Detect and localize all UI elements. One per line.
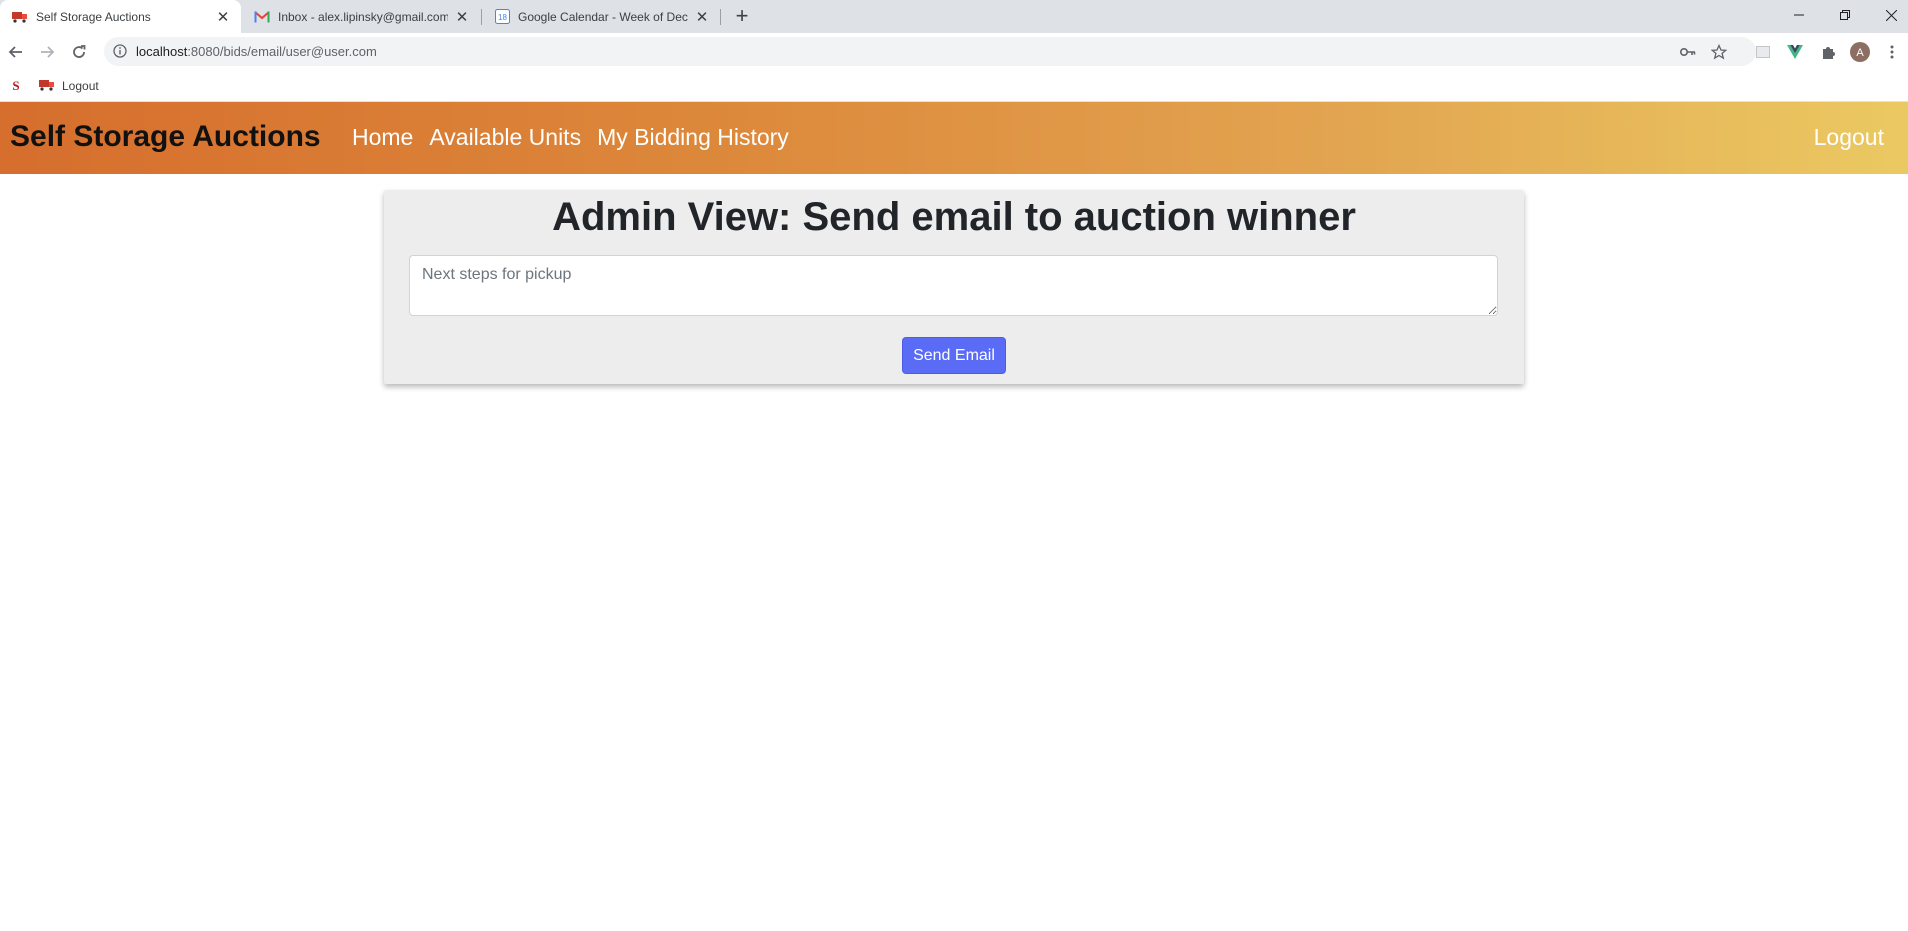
close-tab-icon[interactable]: ✕: [454, 9, 470, 26]
url-path: :8080/bids/email/user@user.com: [187, 44, 377, 59]
minimize-window-button[interactable]: [1776, 0, 1822, 30]
bookmark-storage[interactable]: S: [9, 77, 23, 95]
reload-button[interactable]: [67, 40, 91, 64]
tab-separator: [720, 9, 721, 25]
browser-menu-icon[interactable]: [1882, 42, 1902, 62]
nav-available-units[interactable]: Available Units: [429, 124, 581, 151]
svg-text:A: A: [1856, 47, 1864, 59]
new-tab-button[interactable]: +: [730, 5, 754, 28]
bookmarks-bar: S Logout: [0, 70, 1908, 102]
app-navbar: Self Storage Auctions Home Available Uni…: [0, 102, 1908, 174]
back-button[interactable]: [4, 40, 28, 64]
close-window-button[interactable]: [1868, 0, 1908, 30]
url-host: localhost: [136, 44, 188, 59]
site-info-icon[interactable]: [113, 44, 128, 59]
tab-self-storage-auctions[interactable]: Self Storage Auctions ✕: [0, 0, 241, 33]
forward-button[interactable]: [35, 40, 59, 64]
profile-avatar[interactable]: A: [1850, 42, 1870, 62]
tab-google-calendar[interactable]: 18 Google Calendar - Week of Dece ✕: [482, 0, 720, 33]
extensions-puzzle-icon[interactable]: [1818, 42, 1838, 62]
svg-text:18: 18: [498, 13, 507, 22]
page-title: Admin View: Send email to auction winner: [552, 195, 1356, 239]
key-icon[interactable]: [1680, 44, 1696, 60]
send-email-button[interactable]: Send Email: [902, 337, 1006, 374]
main-nav: Home Available Units My Bidding History: [352, 124, 789, 151]
url-text: localhost:8080/bids/email/user@user.com: [136, 44, 377, 59]
brand-title[interactable]: Self Storage Auctions: [10, 120, 321, 154]
message-textarea[interactable]: [409, 255, 1498, 316]
truck-icon: [12, 9, 28, 25]
close-tab-icon[interactable]: ✕: [215, 9, 231, 26]
nav-home[interactable]: Home: [352, 124, 413, 151]
address-bar[interactable]: localhost:8080/bids/email/user@user.com: [104, 37, 1756, 66]
tab-gmail-inbox[interactable]: Inbox - alex.lipinsky@gmail.com ✕: [242, 0, 480, 33]
bookmark-logout[interactable]: Logout: [38, 77, 99, 95]
email-card: Admin View: Send email to auction winner…: [384, 190, 1524, 384]
gmail-icon: [254, 9, 270, 25]
browser-toolbar: localhost:8080/bids/email/user@user.com …: [0, 33, 1908, 70]
tab-title: Self Storage Auctions: [36, 9, 151, 24]
tab-title: Google Calendar - Week of Dece: [518, 9, 688, 24]
storage-s-icon: S: [9, 78, 23, 95]
svg-text:S: S: [12, 78, 19, 92]
truck-icon: [38, 79, 56, 94]
star-bookmark-icon[interactable]: [1711, 44, 1727, 60]
vue-devtools-icon[interactable]: [1785, 42, 1805, 62]
calendar-icon: 18: [494, 9, 510, 25]
nav-my-bidding-history[interactable]: My Bidding History: [597, 124, 789, 151]
logout-link[interactable]: Logout: [1814, 124, 1884, 151]
tab-title: Inbox - alex.lipinsky@gmail.com: [278, 9, 448, 24]
browser-tab-strip: Self Storage Auctions ✕ Inbox - alex.lip…: [0, 0, 1908, 33]
restore-window-button[interactable]: [1822, 0, 1868, 30]
bookmark-label: Logout: [62, 79, 99, 93]
close-tab-icon[interactable]: ✕: [694, 9, 710, 26]
extension-placeholder-icon[interactable]: [1753, 42, 1773, 62]
